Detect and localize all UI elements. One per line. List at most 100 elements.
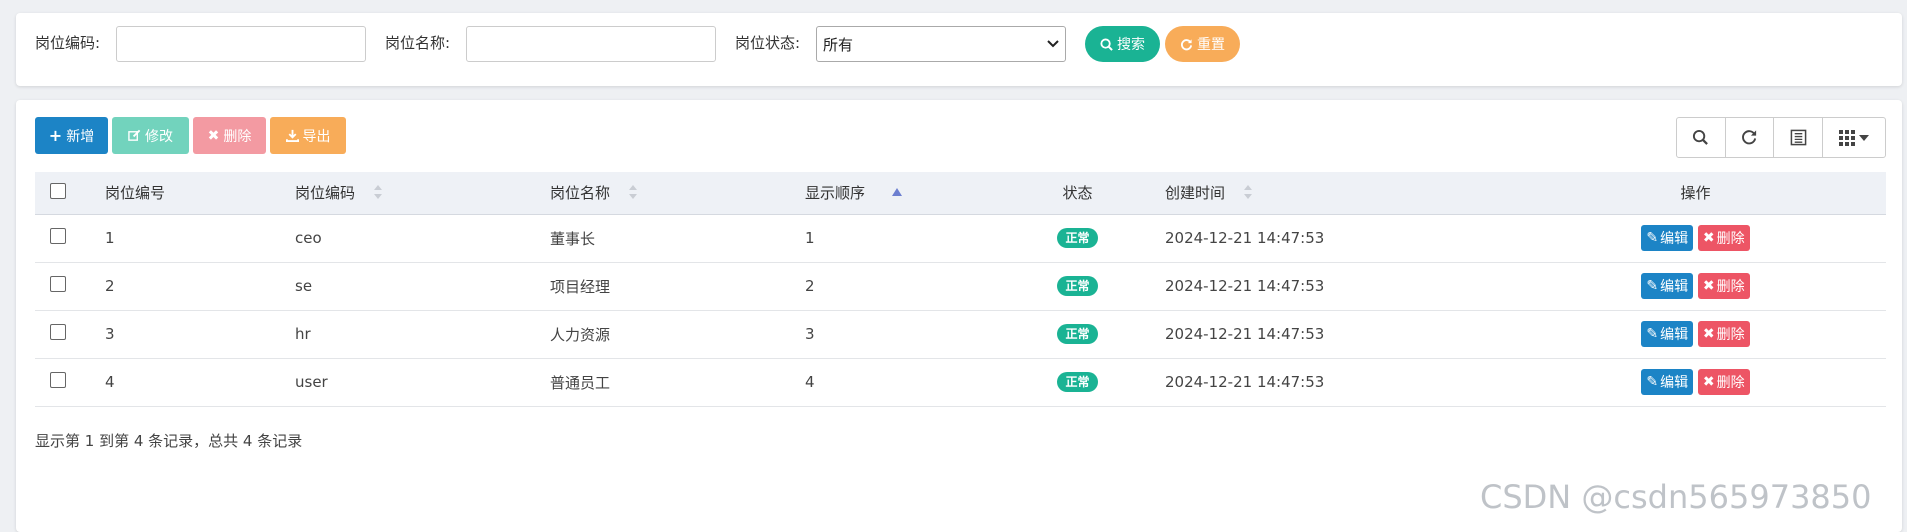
edit-icon: ✎ bbox=[1646, 230, 1659, 246]
row-delete-button[interactable]: ✖ 删除 bbox=[1697, 321, 1750, 347]
refresh-icon bbox=[1180, 38, 1193, 50]
status-select[interactable]: 所有 bbox=[816, 26, 1066, 62]
cell-post-code: ceo bbox=[295, 229, 322, 247]
select-all-checkbox[interactable] bbox=[50, 182, 66, 199]
search-button[interactable]: 搜索 bbox=[1085, 26, 1160, 62]
table-card-view-button[interactable] bbox=[1774, 118, 1824, 157]
sort-asc-icon bbox=[891, 182, 902, 200]
cell-post-name: 董事长 bbox=[550, 229, 596, 248]
status-badge: 正常 bbox=[1057, 324, 1098, 344]
row-edit-label: 编辑 bbox=[1660, 327, 1689, 343]
row-edit-button[interactable]: ✎ 编辑 bbox=[1641, 273, 1694, 299]
header-created-time[interactable]: 创建时间 bbox=[1135, 172, 1505, 215]
cell-created-time: 2024-12-21 14:47:53 bbox=[1165, 229, 1325, 247]
cell-post-code: user bbox=[295, 373, 328, 391]
reset-button-label: 重置 bbox=[1197, 37, 1225, 53]
table-columns-button[interactable] bbox=[1823, 118, 1885, 157]
row-edit-button[interactable]: ✎ 编辑 bbox=[1641, 321, 1694, 347]
close-icon: ✖ bbox=[1702, 326, 1715, 342]
row-delete-label: 删除 bbox=[1716, 231, 1745, 247]
close-icon: ✖ bbox=[1702, 374, 1715, 390]
cell-sort-order: 4 bbox=[805, 373, 815, 391]
cell-post-name: 项目经理 bbox=[550, 277, 611, 296]
table-tools-group bbox=[1676, 117, 1886, 158]
edit-icon: ✎ bbox=[1646, 326, 1659, 342]
sort-both-icon bbox=[628, 184, 637, 203]
close-icon: ✖ bbox=[1702, 230, 1715, 246]
row-delete-button[interactable]: ✖ 删除 bbox=[1697, 225, 1750, 251]
search-button-label: 搜索 bbox=[1117, 37, 1145, 53]
close-icon: ✖ bbox=[1702, 278, 1715, 294]
post-name-input[interactable] bbox=[466, 26, 716, 62]
search-icon bbox=[1693, 129, 1709, 145]
table-row: 3 hr 人力资源 3 正常 2024-12-21 14:47:53 ✎ 编辑 ✖… bbox=[35, 310, 1886, 358]
cell-post-id: 3 bbox=[105, 325, 115, 343]
header-post-id: 岗位编号 bbox=[105, 172, 295, 215]
plus-icon: + bbox=[48, 126, 63, 145]
close-icon: ✖ bbox=[207, 127, 220, 144]
table-header-row: 岗位编号 岗位编码 岗位名称 显示顺序 状态 创建时间 操作 bbox=[35, 172, 1886, 215]
card-view-icon bbox=[1790, 129, 1807, 146]
table-search-button[interactable] bbox=[1677, 118, 1726, 157]
row-checkbox[interactable] bbox=[50, 228, 66, 244]
edit-icon: ✎ bbox=[1646, 374, 1659, 390]
cell-post-code: se bbox=[295, 277, 313, 295]
cell-sort-order: 3 bbox=[805, 325, 815, 343]
post-code-input[interactable] bbox=[116, 26, 366, 62]
status-badge: 正常 bbox=[1057, 228, 1098, 248]
cell-post-code: hr bbox=[295, 325, 311, 343]
edit-button[interactable]: 修改 bbox=[112, 117, 189, 154]
pagination-summary: 显示第 1 到第 4 条记录，总共 4 条记录 bbox=[35, 432, 303, 450]
caret-down-icon bbox=[1859, 134, 1869, 141]
cell-created-time: 2024-12-21 14:47:53 bbox=[1165, 277, 1325, 295]
row-delete-button[interactable]: ✖ 删除 bbox=[1697, 273, 1750, 299]
edit-button-label: 修改 bbox=[145, 128, 173, 145]
table-refresh-button[interactable] bbox=[1726, 118, 1775, 157]
status-badge: 正常 bbox=[1057, 372, 1098, 392]
columns-icon bbox=[1839, 129, 1855, 146]
cell-post-id: 4 bbox=[105, 373, 115, 391]
row-edit-button[interactable]: ✎ 编辑 bbox=[1641, 369, 1694, 395]
post-code-label: 岗位编码: bbox=[35, 34, 101, 52]
export-button-label: 导出 bbox=[302, 128, 331, 145]
header-sort-order-label: 显示顺序 bbox=[805, 184, 866, 203]
row-delete-button[interactable]: ✖ 删除 bbox=[1697, 369, 1750, 395]
cell-post-name: 普通员工 bbox=[550, 373, 611, 392]
cell-post-id: 1 bbox=[105, 229, 115, 247]
row-delete-label: 删除 bbox=[1716, 375, 1745, 391]
row-edit-button[interactable]: ✎ 编辑 bbox=[1641, 225, 1694, 251]
row-delete-label: 删除 bbox=[1716, 327, 1745, 343]
download-icon bbox=[285, 129, 299, 142]
header-created-time-label: 创建时间 bbox=[1165, 184, 1226, 203]
status-label: 岗位状态: bbox=[735, 34, 801, 52]
header-post-name-label: 岗位名称 bbox=[550, 184, 611, 203]
row-edit-label: 编辑 bbox=[1660, 231, 1689, 247]
edit-icon bbox=[128, 129, 141, 141]
header-post-name[interactable]: 岗位名称 bbox=[550, 172, 805, 215]
cell-sort-order: 1 bbox=[805, 229, 815, 247]
row-edit-label: 编辑 bbox=[1660, 375, 1689, 391]
row-checkbox[interactable] bbox=[50, 324, 66, 340]
header-sort-order[interactable]: 显示顺序 bbox=[805, 172, 1020, 215]
row-delete-label: 删除 bbox=[1716, 279, 1745, 295]
table-row: 2 se 项目经理 2 正常 2024-12-21 14:47:53 ✎ 编辑 ✖… bbox=[35, 262, 1886, 310]
add-button-label: 新增 bbox=[66, 128, 95, 145]
row-checkbox[interactable] bbox=[50, 276, 66, 292]
header-post-code-label: 岗位编码 bbox=[295, 184, 356, 203]
row-edit-label: 编辑 bbox=[1660, 279, 1689, 295]
cell-sort-order: 2 bbox=[805, 277, 815, 295]
cell-created-time: 2024-12-21 14:47:53 bbox=[1165, 325, 1325, 343]
header-actions: 操作 bbox=[1505, 172, 1886, 215]
reset-button[interactable]: 重置 bbox=[1165, 26, 1240, 62]
cell-post-name: 人力资源 bbox=[550, 325, 611, 344]
cell-post-id: 2 bbox=[105, 277, 115, 295]
delete-button[interactable]: ✖ 删除 bbox=[193, 117, 266, 154]
table-row: 1 ceo 董事长 1 正常 2024-12-21 14:47:53 ✎ 编辑 ✖… bbox=[35, 214, 1886, 262]
delete-button-label: 删除 bbox=[223, 128, 252, 145]
add-button[interactable]: + 新增 bbox=[35, 117, 108, 154]
row-checkbox[interactable] bbox=[50, 372, 66, 388]
status-badge: 正常 bbox=[1057, 276, 1098, 296]
status-select-value: 所有 bbox=[823, 35, 854, 54]
export-button[interactable]: 导出 bbox=[270, 117, 346, 154]
header-post-code[interactable]: 岗位编码 bbox=[295, 172, 550, 215]
